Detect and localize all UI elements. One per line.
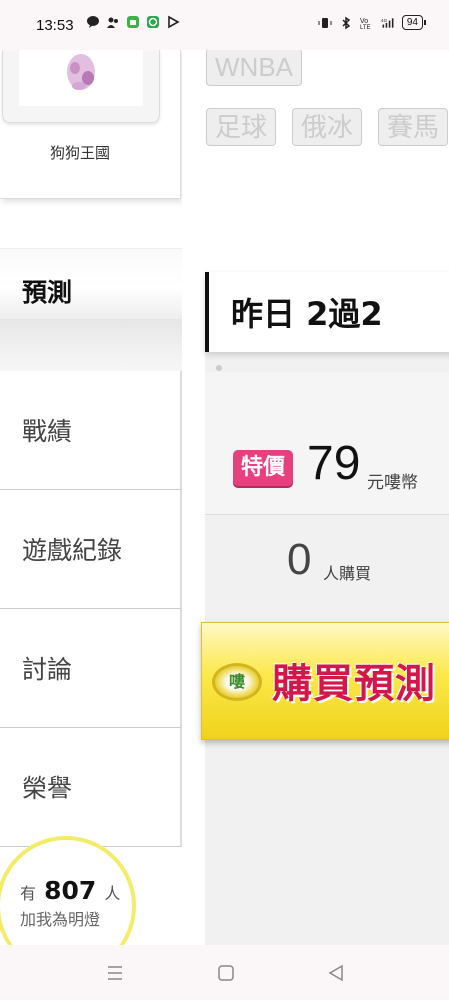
back-icon[interactable] — [327, 964, 345, 982]
kennel-card[interactable]: 狗狗王國 — [0, 50, 181, 199]
prediction-panel: 昨日 2過2 特價 79 元嘍幣 0 人購買 嘍 購買預測 — [201, 272, 449, 945]
volte-icon: VoLTE — [360, 18, 371, 30]
sidebar-item-label: 討論 — [22, 655, 73, 684]
system-icons: Vo LTE 4G 94 — [318, 15, 427, 30]
follow-lamp-button[interactable]: 有 807 人 加我為明燈 — [0, 836, 136, 945]
league-tag-russian-hockey[interactable]: 俄冰 — [292, 108, 363, 146]
sidebar-item-prediction[interactable]: 預測 — [0, 248, 182, 319]
sidebar: 狗狗王國 預測 戰績 遊戲紀錄 討論 榮譽 有 807 人 加我為明燈 — [0, 50, 182, 945]
play-outline-icon — [168, 15, 180, 29]
sidebar-item-record[interactable]: 戰績 — [0, 371, 182, 490]
svg-text:Vo: Vo — [360, 18, 368, 25]
special-price-badge: 特價 — [233, 450, 293, 486]
kennel-name: 狗狗王國 — [49, 144, 110, 162]
lamp-count-line: 有 807 人 — [20, 876, 120, 905]
buyer-row: 0 人購買 — [205, 515, 449, 626]
lamp-count: 807 — [44, 876, 97, 905]
home-icon[interactable] — [217, 964, 235, 982]
sidebar-item-label: 戰績 — [22, 417, 73, 446]
lamp-subtitle: 加我為明燈 — [20, 910, 101, 929]
chat-bubble-icon — [87, 16, 99, 28]
svg-text:4G: 4G — [381, 18, 388, 23]
nav-divider — [0, 319, 182, 371]
signal-4g-icon: 4G — [381, 18, 394, 28]
league-tag-wnba[interactable]: WNBA — [206, 50, 302, 86]
kennel-photo — [2, 50, 160, 123]
sidebar-item-label: 榮譽 — [22, 774, 73, 803]
sidebar-item-label: 預測 — [22, 278, 73, 307]
league-tag-soccer[interactable]: 足球 — [206, 108, 277, 146]
vibrate-icon — [318, 17, 332, 28]
panel-dot — [216, 365, 222, 371]
recent-apps-icon[interactable] — [106, 965, 124, 981]
lamp-suffix: 人 — [104, 884, 121, 903]
buyer-count: 0 — [287, 535, 312, 584]
status-time: 13:53 — [36, 17, 74, 34]
lamp-prefix: 有 — [20, 884, 37, 903]
price-row: 特價 79 元嘍幣 — [205, 372, 449, 515]
currency-label: 元嘍幣 — [367, 473, 418, 493]
notification-icons — [86, 15, 180, 29]
bluetooth-icon — [342, 16, 351, 29]
lou-coin-logo-icon: 嘍 — [212, 663, 262, 701]
sidebar-nav: 預測 戰績 遊戲紀錄 討論 榮譽 — [0, 248, 182, 847]
prediction-title: 昨日 2過2 — [231, 295, 383, 333]
price-value: 79 — [307, 437, 361, 490]
people-icon — [107, 17, 118, 28]
app-green-icon — [147, 16, 159, 28]
buy-prediction-label: 購買預測 — [272, 661, 436, 707]
system-navigation-bar — [0, 945, 449, 1000]
kennel-mascot-image — [67, 54, 95, 90]
buy-prediction-button[interactable]: 嘍 購買預測 — [201, 622, 449, 740]
main-content: WNBA 足球 俄冰 賽馬 昨日 2過2 特價 79 元嘍幣 0 人購買 嘍 購… — [182, 50, 449, 945]
prediction-title-bar: 昨日 2過2 — [205, 272, 449, 352]
sim-card-icon — [127, 16, 139, 28]
sidebar-item-game-history[interactable]: 遊戲紀錄 — [0, 490, 182, 609]
svg-text:LTE: LTE — [360, 25, 371, 30]
status-bar: 13:53 Vo LTE 4G 94 — [0, 0, 449, 50]
battery-indicator: 94 — [401, 15, 427, 30]
buyer-label: 人購買 — [323, 564, 372, 583]
sidebar-item-discussion[interactable]: 討論 — [0, 609, 182, 728]
league-tag-horse-racing[interactable]: 賽馬 — [378, 108, 449, 146]
sidebar-item-label: 遊戲紀錄 — [22, 536, 123, 565]
sidebar-item-honors[interactable]: 榮譽 — [0, 728, 182, 847]
